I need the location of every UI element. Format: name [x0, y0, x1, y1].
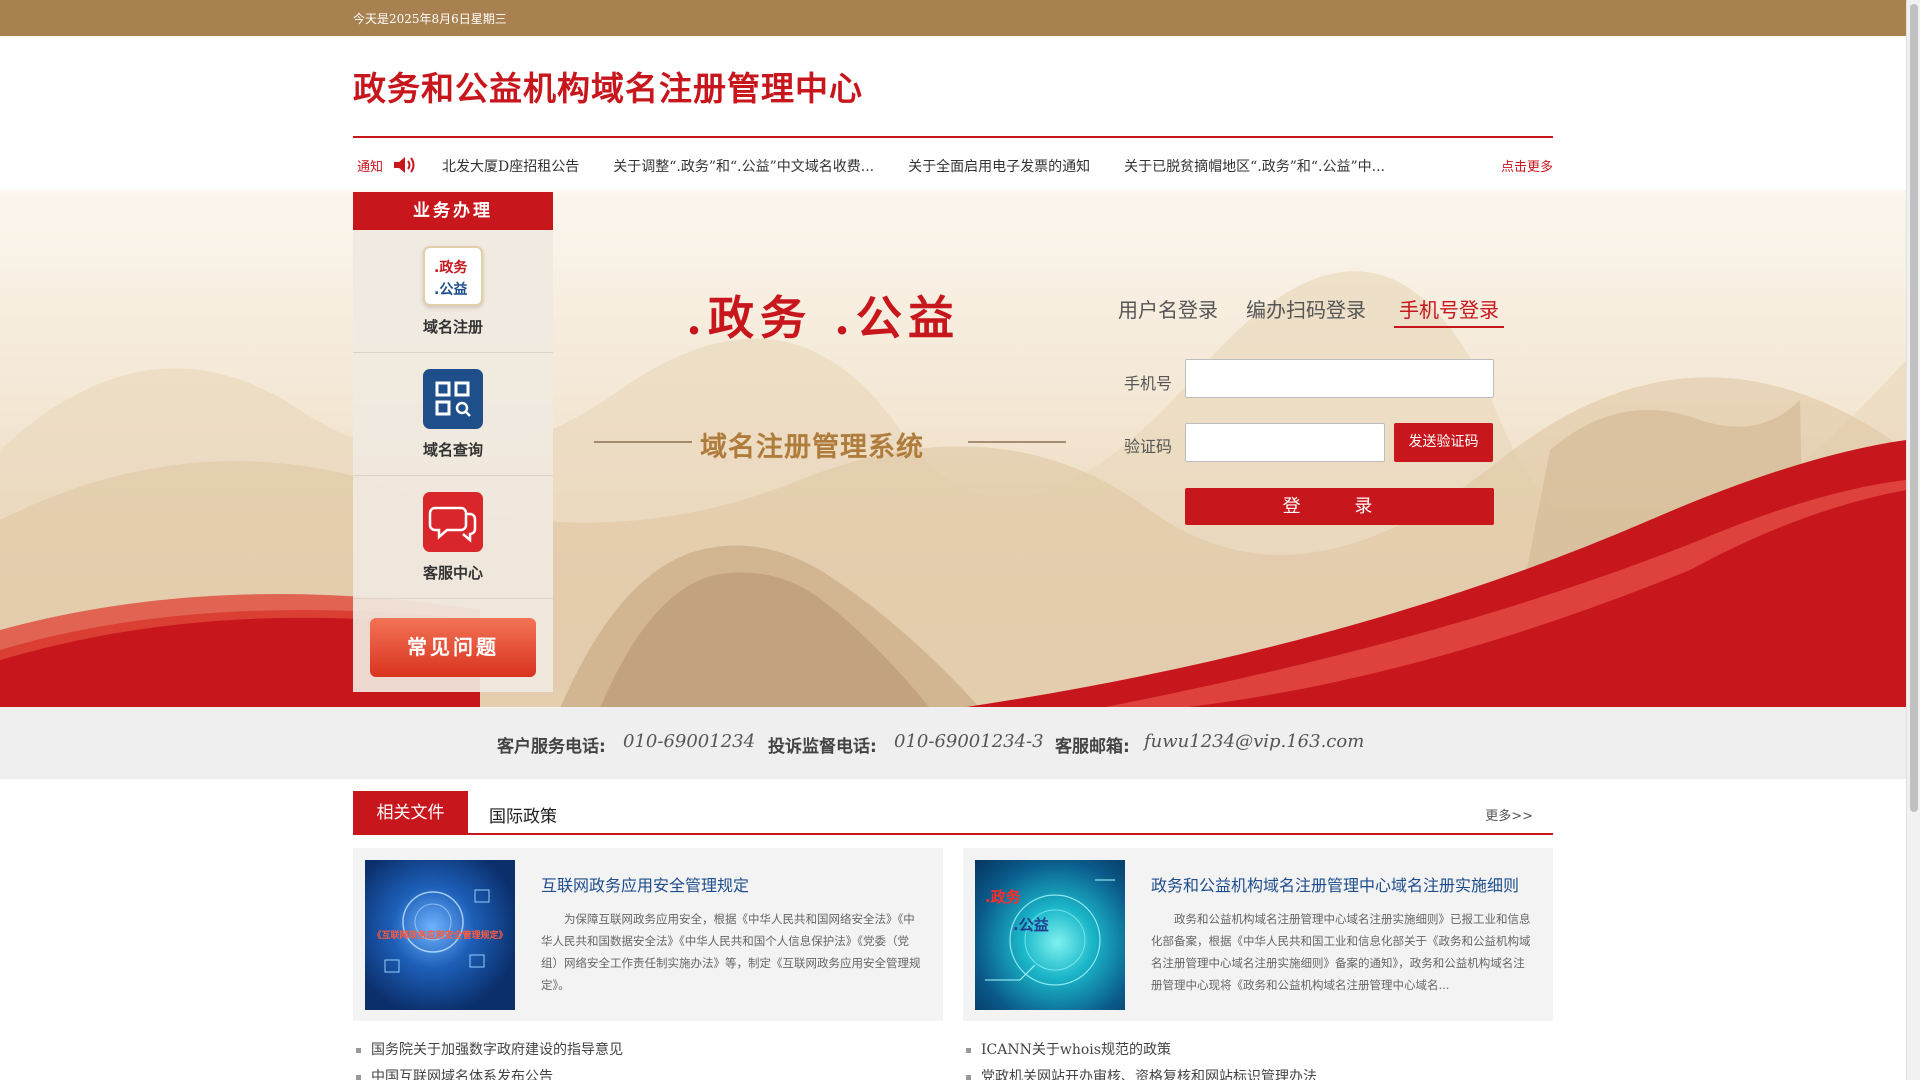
thumb-text-zhengwu: .政务	[985, 888, 1021, 906]
hero-banner: .政务 .公益 域名注册管理系统	[0, 190, 1906, 708]
chat-bubbles-icon	[423, 492, 483, 552]
header-divider	[353, 136, 1553, 138]
site-title[interactable]: 政务和公益机构域名注册管理中心	[353, 62, 863, 110]
tab-username-login[interactable]: 用户名登录	[1118, 294, 1218, 328]
service-domain-query[interactable]: 域名查询	[353, 353, 553, 476]
doc-list-right: ICANN关于whois规范的政策 党政机关网站开办审核、资格复核和网站标识管理…	[963, 1040, 1553, 1080]
list-item[interactable]: ICANN关于whois规范的政策	[963, 1040, 1553, 1067]
email-label: 客服邮箱:	[1055, 737, 1130, 757]
doc-list-left: 国务院关于加强数字政府建设的指导意见 中国互联网域名体系发布公告	[353, 1040, 943, 1080]
tab-international-policy[interactable]: 国际政策	[489, 802, 557, 827]
scrollbar-thumb[interactable]	[1910, 4, 1918, 812]
notice-item[interactable]: 关于已脱贫摘帽地区“.政务”和“.公益”中...	[1124, 156, 1385, 176]
great-wall-background	[0, 271, 1906, 708]
doc-card[interactable]: 《互联网政务应用安全管理规定》 互联网政务应用安全管理规定 为保障互联网政务应用…	[353, 848, 943, 1021]
docs-more-link[interactable]: 更多>>	[1485, 805, 1533, 824]
contact-strip: 客户服务电话: 010-69001234 投诉监督电话: 010-6900123…	[0, 707, 1906, 779]
login-button[interactable]: 登 录	[1185, 488, 1494, 525]
notice-bar: 通知 北发大厦D座招租公告 关于调整“.政务”和“.公益”中文域名收费... 关…	[353, 150, 1553, 180]
doc-thumbnail: .政务 .公益	[975, 860, 1125, 1010]
code-label: 验证码	[1124, 437, 1173, 456]
notice-item[interactable]: 关于全面启用电子发票的通知	[908, 156, 1090, 176]
doc-title[interactable]: 互联网政务应用安全管理规定	[541, 872, 749, 896]
doc-summary: 为保障互联网政务应用安全，根据《中华人民共和国网络安全法》《中华人民共和国数据安…	[541, 912, 921, 992]
notice-item[interactable]: 北发大厦D座招租公告	[442, 156, 579, 176]
circuit-graphic	[985, 879, 1115, 986]
banner-logo-line1: .政务 .公益	[686, 291, 961, 345]
list-item[interactable]: 党政机关网站开办审核、资格复核和网站标识管理办法	[963, 1067, 1553, 1080]
service-phone-label: 客户服务电话:	[497, 737, 606, 757]
icon-text-zhengwu: .政务	[434, 260, 468, 276]
code-input[interactable]	[1185, 423, 1385, 462]
thumb-caption: 《互联网政务应用安全管理规定》	[372, 931, 508, 941]
notice-item[interactable]: 关于调整“.政务”和“.公益”中文域名收费...	[613, 156, 874, 176]
service-label: 客服中心	[422, 564, 483, 582]
doc-thumbnail: 《互联网政务应用安全管理规定》	[365, 860, 515, 1010]
domain-register-icon: .政务 .公益	[423, 246, 483, 306]
business-sidebar-title: 业务办理	[353, 192, 553, 230]
email-value[interactable]: fuwu1234@vip.163.com	[1144, 731, 1364, 752]
doc-card[interactable]: .政务 .公益 政务和公益机构域名注册管理中心域名注册实施细则 政务和公益机构域…	[963, 848, 1553, 1021]
service-domain-register[interactable]: .政务 .公益 域名注册	[353, 230, 553, 353]
notice-list: 北发大厦D座招租公告 关于调整“.政务”和“.公益”中文域名收费... 关于全面…	[442, 156, 1385, 176]
speaker-icon	[394, 157, 415, 173]
phone-input[interactable]	[1185, 359, 1494, 398]
notice-label: 通知	[357, 160, 384, 175]
faq-button[interactable]: 常见问题	[370, 618, 536, 677]
icon-text-gongyi: .公益	[434, 282, 468, 298]
notice-more-link[interactable]: 点击更多	[1501, 156, 1553, 175]
thumb-text-gongyi: .公益	[1013, 916, 1049, 934]
doc-summary: 政务和公益机构域名注册管理中心域名注册实施细则》已报工业和信息化部备案，根据《中…	[1151, 912, 1531, 992]
complaint-phone-label: 投诉监督电话:	[768, 737, 877, 757]
banner-logo-line2: 域名注册管理系统	[700, 432, 924, 463]
complaint-phone-value: 010-69001234-3	[894, 731, 1044, 752]
tab-phone-login[interactable]: 手机号登录	[1394, 294, 1504, 328]
list-item[interactable]: 中国互联网域名体系发布公告	[353, 1067, 943, 1080]
service-label: 域名注册	[422, 318, 483, 336]
top-date-bar: 今天是2025年8月6日星期三	[0, 0, 1906, 36]
send-code-button[interactable]: 发送验证码	[1394, 423, 1493, 462]
business-sidebar: 业务办理 .政务 .公益 域名注册 域名查询 客服中心 常见问题	[353, 192, 553, 692]
list-item[interactable]: 国务院关于加强数字政府建设的指导意见	[353, 1040, 943, 1067]
phone-label: 手机号	[1124, 374, 1173, 393]
qr-search-icon	[423, 369, 483, 429]
tab-qrcode-login[interactable]: 编办扫码登录	[1246, 294, 1366, 328]
vertical-scrollbar[interactable]	[1906, 0, 1920, 1080]
login-tabs: 用户名登录 编办扫码登录 手机号登录	[1118, 294, 1504, 328]
service-customer-center[interactable]: 客服中心	[353, 476, 553, 599]
tab-related-files[interactable]: 相关文件	[353, 791, 468, 835]
doc-title[interactable]: 政务和公益机构域名注册管理中心域名注册实施细则	[1151, 872, 1519, 896]
docs-tabbar: 相关文件 国际政策 更多>>	[353, 791, 1553, 835]
current-date: 今天是2025年8月6日星期三	[353, 12, 507, 26]
service-label: 域名查询	[422, 441, 483, 459]
service-phone-value: 010-69001234	[623, 731, 756, 752]
